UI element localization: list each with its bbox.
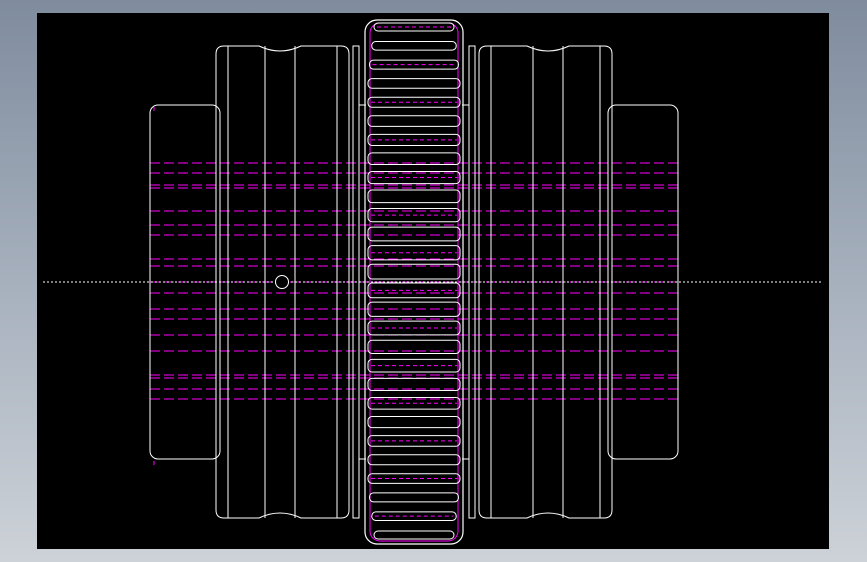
gear-tooth: [367, 226, 461, 242]
gear-tooth: [371, 41, 457, 51]
drawing-viewport[interactable]: [37, 13, 829, 549]
gear-tooth: [373, 530, 455, 540]
gear-tooth: [367, 78, 461, 89]
gear-tooth: [369, 492, 459, 503]
gear-tooth: [367, 115, 461, 127]
hidden-lines-layer: [150, 107, 678, 465]
cad-drawing-canvas: [43, 19, 823, 545]
gear-tooth: [367, 189, 461, 204]
cad-window: [0, 0, 867, 562]
center-line-layer: [43, 275, 823, 289]
pin-hole: [275, 275, 289, 289]
gear-tooth: [367, 454, 461, 466]
gear-tooth: [367, 416, 461, 429]
